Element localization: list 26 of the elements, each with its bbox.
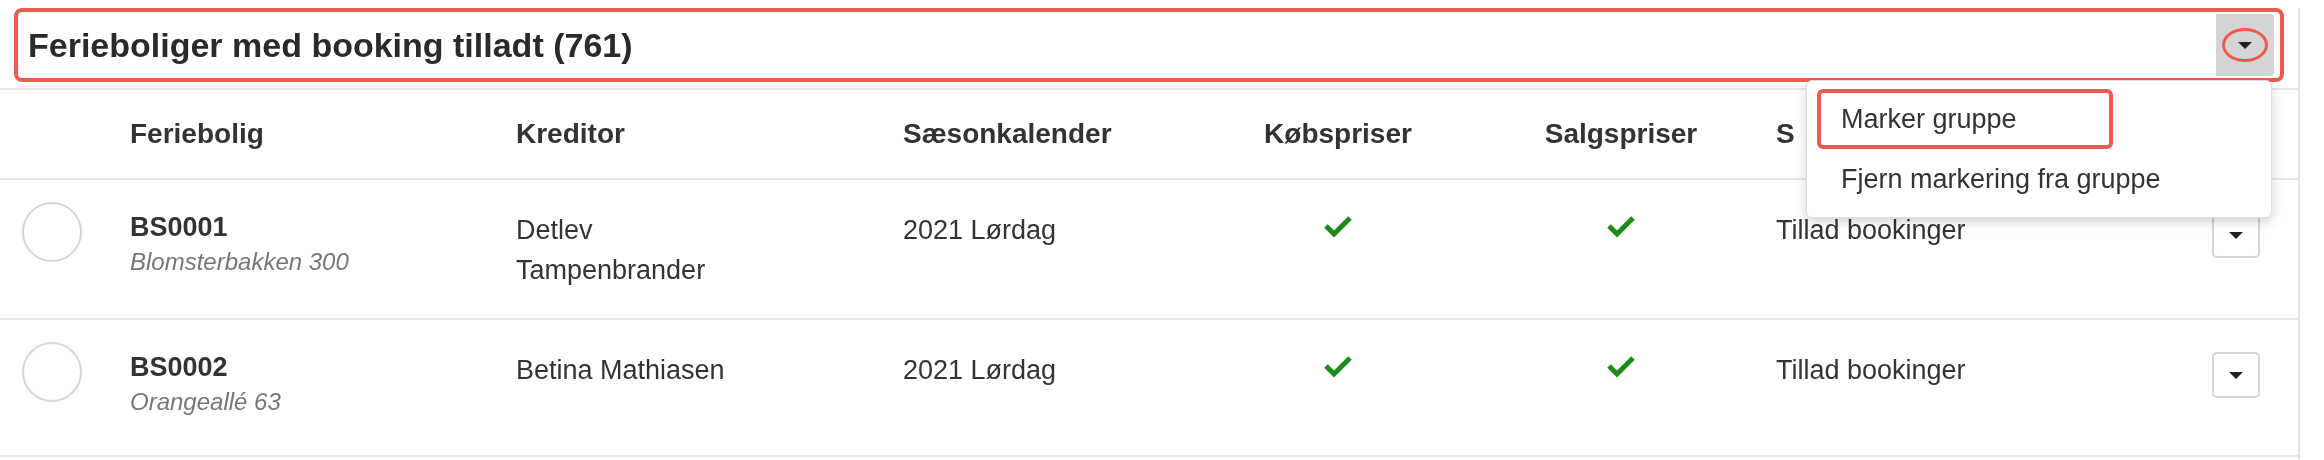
creditor-name: Betina Mathiasen	[515, 354, 726, 387]
creditor-name: Detlev Tampenbrander	[515, 214, 707, 287]
season-calendar: 2021 Lørdag	[902, 354, 1058, 387]
property-address: Orangeallé 63	[129, 387, 282, 417]
column-header: Sæsonkalender	[902, 118, 1112, 150]
row-select-radio[interactable]	[22, 342, 82, 402]
season-calendar: 2021 Lørdag	[902, 214, 1058, 247]
group-menu-button[interactable]	[2216, 14, 2274, 76]
menu-item[interactable]: Marker gruppe	[1817, 89, 2113, 149]
column-header: Feriebolig	[129, 118, 264, 150]
booking-status: Tillad bookinger	[1775, 354, 1967, 387]
row-select-radio[interactable]	[22, 202, 82, 262]
row-menu-button[interactable]	[2212, 352, 2260, 398]
property-code: BS0001	[129, 211, 229, 244]
column-header: Salgspriser	[1544, 118, 1698, 150]
column-header: Kreditor	[515, 118, 625, 150]
column-header: S	[1775, 118, 1795, 150]
caret-icon	[2229, 371, 2243, 379]
column-header: Købspriser	[1264, 118, 1412, 150]
menu-item[interactable]: Fjern markering fra gruppe	[1817, 149, 2185, 209]
property-code: BS0002	[129, 351, 229, 384]
caret-icon	[2238, 41, 2252, 49]
property-address: Blomsterbakken 300	[129, 247, 350, 277]
booking-status: Tillad bookinger	[1775, 214, 1967, 247]
caret-icon	[2229, 231, 2243, 239]
group-title: Ferieboliger med booking tilladt (761)	[28, 25, 633, 65]
